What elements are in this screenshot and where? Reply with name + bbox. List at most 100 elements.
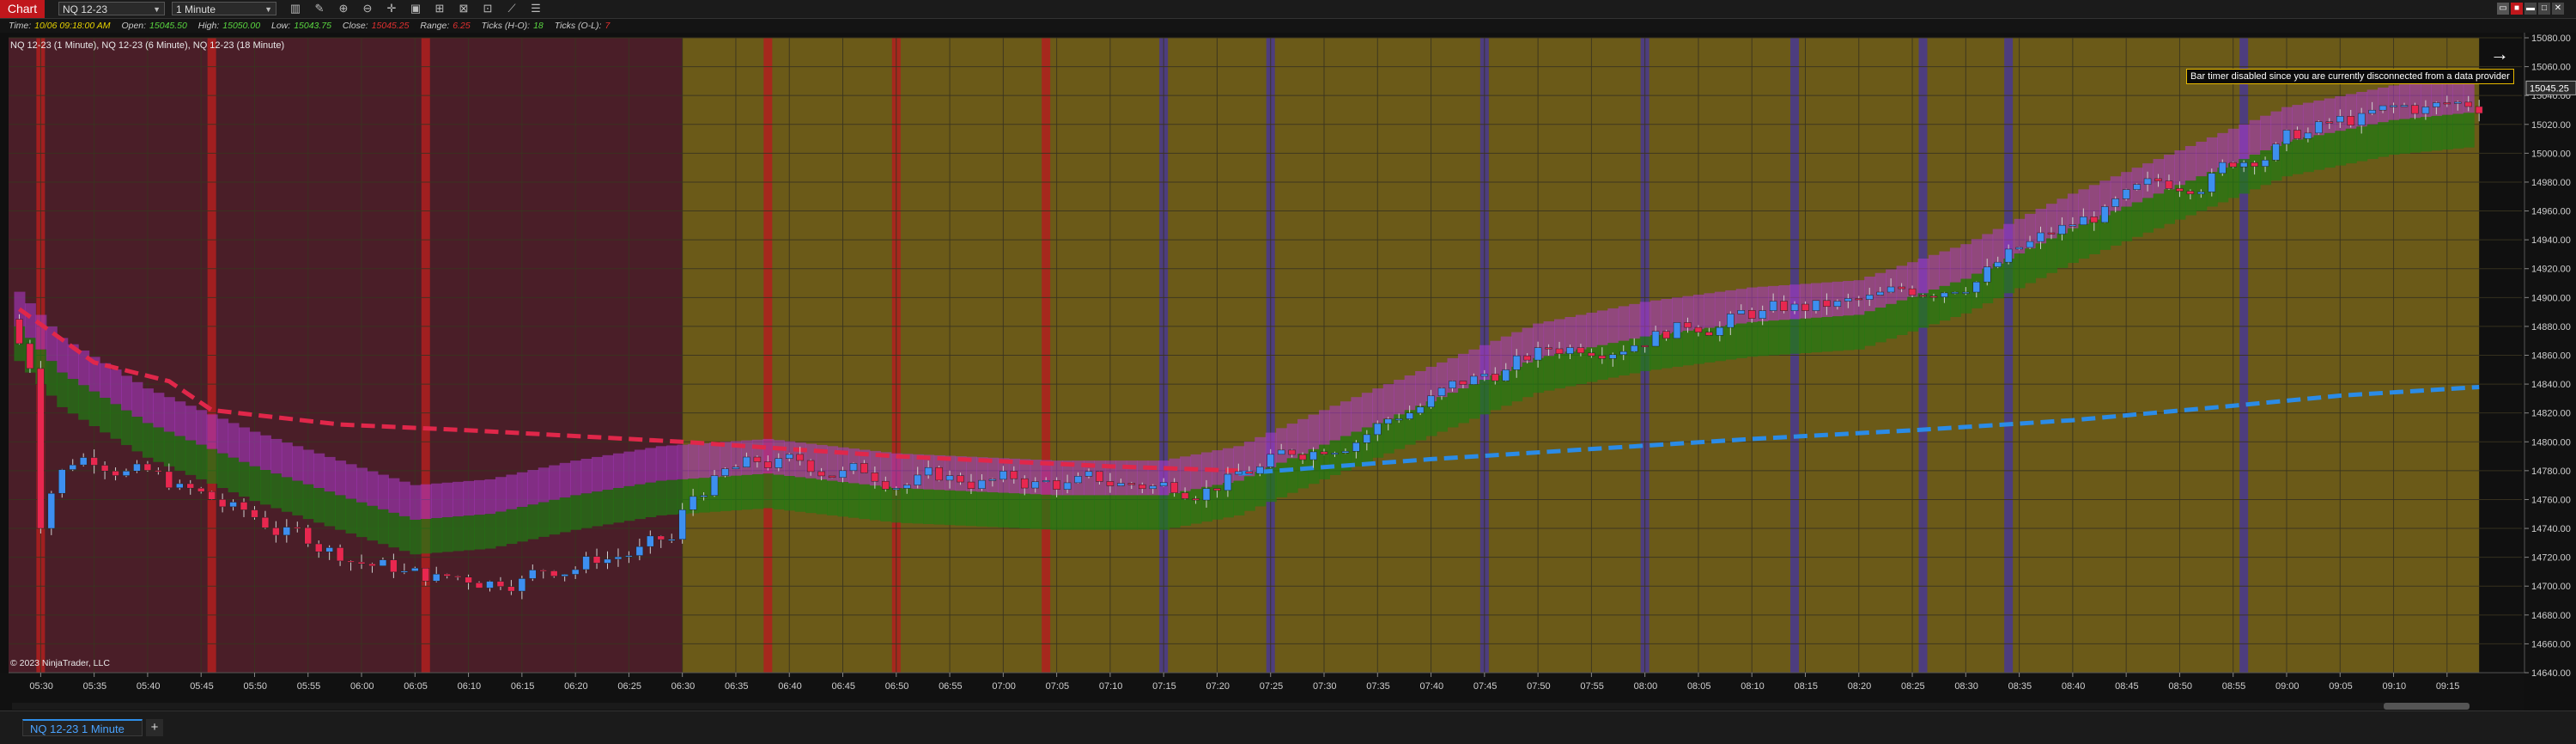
scrollbar-thumb[interactable] xyxy=(2384,703,2470,710)
green-cloud-segment xyxy=(1939,285,1951,321)
strategies-icon[interactable]: ⊞ xyxy=(431,2,448,15)
candle-body xyxy=(678,509,686,540)
purple-cloud-segment xyxy=(1415,370,1427,406)
candle-body xyxy=(294,527,301,529)
drawing-tools-icon[interactable]: ⟋ xyxy=(503,2,520,15)
tab-nq-1-minute[interactable]: NQ 12-23 1 Minute xyxy=(22,719,143,736)
candle-body xyxy=(325,547,333,552)
candle-body xyxy=(2239,162,2248,168)
green-cloud-segment xyxy=(1329,440,1341,475)
green-cloud-segment xyxy=(1437,397,1449,432)
purple-cloud-segment xyxy=(559,462,571,498)
green-cloud-segment xyxy=(185,440,197,475)
green-cloud-segment xyxy=(1554,353,1566,389)
time-label: 05:45 xyxy=(190,681,214,692)
candle-body xyxy=(2368,109,2376,114)
green-cloud-segment xyxy=(228,457,240,493)
minimize-window-icon[interactable]: ▭ xyxy=(2497,3,2509,15)
green-cloud-segment xyxy=(869,485,881,521)
green-cloud-segment xyxy=(495,511,507,546)
green-cloud-segment xyxy=(666,479,678,515)
zoom-in-icon[interactable]: ⊕ xyxy=(335,2,352,15)
close-window-icon[interactable]: ✕ xyxy=(2552,3,2564,15)
bars-type-icon[interactable]: ▥ xyxy=(287,2,304,15)
candle-body xyxy=(1096,471,1103,482)
purple-cloud-segment xyxy=(1351,397,1363,432)
candle-body xyxy=(1492,374,1499,381)
horizontal-scrollbar[interactable] xyxy=(12,703,2470,710)
link-window-icon[interactable]: ■ xyxy=(2511,3,2523,15)
green-cloud-segment xyxy=(634,484,646,520)
candle-body xyxy=(1480,374,1489,377)
purple-cloud-segment xyxy=(163,397,175,432)
crosshair-icon[interactable]: ✛ xyxy=(383,2,400,15)
candle-body xyxy=(743,456,750,467)
purple-cloud-segment xyxy=(110,369,122,405)
instrument-selector[interactable]: NQ 12-23 ▼ xyxy=(58,2,165,15)
purple-cloud-segment xyxy=(259,435,271,471)
purple-cloud-segment xyxy=(1949,247,1961,283)
green-cloud-segment xyxy=(1735,323,1747,358)
green-cloud-segment xyxy=(1810,317,1822,353)
title-bar: Chart NQ 12-23 ▼ 1 Minute ▼ ▥ ✎ ⊕ ⊖ ✛ ▣ ⊞ … xyxy=(0,0,2576,19)
candle-body xyxy=(507,586,515,592)
candle-body xyxy=(1170,482,1178,493)
candle-body xyxy=(1352,442,1360,452)
candle-body xyxy=(732,467,740,469)
green-cloud-segment xyxy=(121,410,133,446)
green-cloud-segment xyxy=(367,505,379,541)
candle-body xyxy=(1010,471,1018,479)
purple-cloud-segment xyxy=(549,465,561,500)
candle-body xyxy=(2176,188,2184,192)
candle-body xyxy=(261,516,270,528)
properties-icon[interactable]: ⊡ xyxy=(479,2,496,15)
snapshot-icon[interactable]: ▣ xyxy=(407,2,424,15)
restore-window-icon[interactable]: ▬ xyxy=(2524,3,2537,15)
green-cloud-segment xyxy=(377,509,389,545)
candle-body xyxy=(1747,310,1756,319)
interval-selector[interactable]: 1 Minute ▼ xyxy=(172,2,276,15)
green-cloud-segment xyxy=(410,519,422,555)
candle-body xyxy=(561,574,568,576)
pencil-icon[interactable]: ✎ xyxy=(311,2,328,15)
candle-body xyxy=(1705,332,1713,336)
list-icon[interactable]: ☰ xyxy=(527,2,544,15)
arrow-right-icon[interactable]: → xyxy=(2490,43,2509,65)
time-label: 06:45 xyxy=(832,681,856,692)
purple-cloud-segment xyxy=(1629,303,1641,339)
green-cloud-segment xyxy=(1543,356,1555,391)
candle-body xyxy=(1886,286,1895,293)
candle-body xyxy=(2336,116,2344,123)
purple-cloud-segment xyxy=(580,459,592,494)
green-cloud-segment xyxy=(837,482,849,517)
candle-body xyxy=(1245,471,1254,474)
purple-cloud-segment xyxy=(313,453,325,489)
price-chart[interactable]: 15080.0015060.0015040.0015020.0015000.00… xyxy=(0,33,2576,711)
price-label: 14920.00 xyxy=(2531,265,2571,275)
purple-cloud-segment xyxy=(495,477,507,512)
purple-cloud-segment xyxy=(1382,384,1394,419)
candle-body xyxy=(2454,101,2462,104)
price-label: 15000.00 xyxy=(2531,149,2571,159)
candle-body xyxy=(571,569,580,575)
green-cloud-segment xyxy=(2420,117,2432,152)
green-cloud-segment xyxy=(463,515,475,551)
green-cloud-segment xyxy=(1896,300,1908,335)
candle-body xyxy=(1331,452,1339,454)
maximize-window-icon[interactable]: □ xyxy=(2538,3,2550,15)
add-tab-button[interactable]: + xyxy=(146,719,163,736)
indicators-icon[interactable]: ⊠ xyxy=(455,2,472,15)
green-cloud-segment xyxy=(1126,495,1138,530)
candle-body xyxy=(1962,291,1970,294)
chart-window-tab[interactable]: Chart xyxy=(0,0,45,18)
green-cloud-segment xyxy=(880,486,892,521)
green-cloud-segment xyxy=(516,507,528,542)
ticks-ol-label: Ticks (O-L): xyxy=(554,21,602,31)
green-cloud-segment xyxy=(2463,113,2475,148)
green-cloud-segment xyxy=(1051,495,1063,530)
candle-body xyxy=(1545,347,1552,350)
low-label: Low: xyxy=(271,21,291,31)
time-label: 08:45 xyxy=(2115,681,2139,692)
candle-body xyxy=(2186,191,2195,195)
zoom-out-icon[interactable]: ⊖ xyxy=(359,2,376,15)
